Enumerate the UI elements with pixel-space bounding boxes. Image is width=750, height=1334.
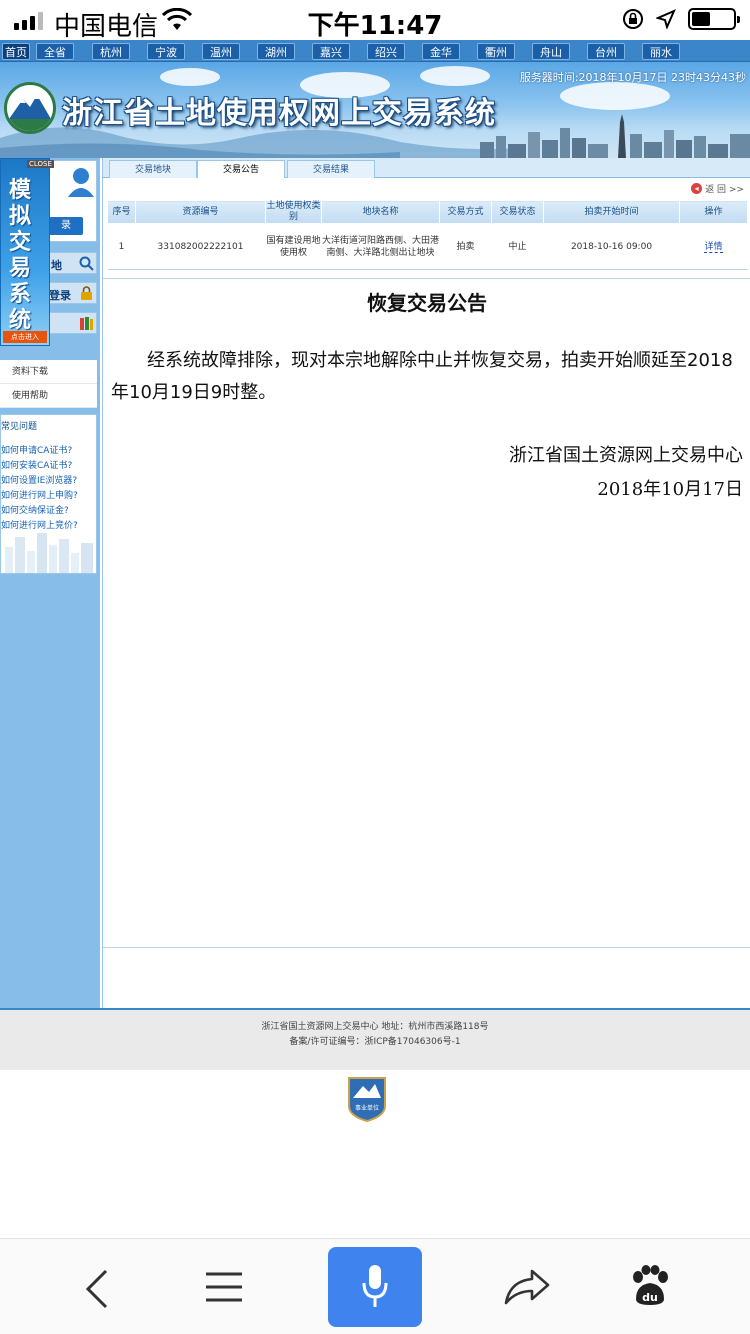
table-row: 1 331082002222101 国有建设用地使用权 大洋街道河阳路西侧、大田… xyxy=(107,223,748,270)
city-tab[interactable]: 台州 xyxy=(587,43,625,60)
land-category: 国有建设用地使用权 xyxy=(265,223,322,270)
faq-item[interactable]: 如何进行网上申购? xyxy=(1,488,78,501)
city-nav: 首页 全省 杭州 宁波 温州 湖州 嘉兴 绍兴 金华 衢州 舟山 台州 丽水 xyxy=(0,40,750,62)
ad-enter-button[interactable]: 点击进入 xyxy=(3,331,47,343)
status-bar: 中国电信 下午11:47 xyxy=(0,0,750,42)
browser-toolbar: du xyxy=(0,1238,750,1334)
tab-trade-notices[interactable]: 交易公告 xyxy=(197,160,285,178)
city-skyline-graphic xyxy=(480,114,750,158)
table-header-row: 序号 资源编号 土地使用权类别 地块名称 交易方式 交易状态 拍卖开始时间 操作 xyxy=(107,200,748,224)
city-tab[interactable]: 丽水 xyxy=(642,43,680,60)
register-label: 登录 xyxy=(49,289,71,302)
search-icon xyxy=(79,256,94,271)
books-icon xyxy=(80,317,93,330)
faq-skyline-graphic xyxy=(5,533,93,573)
city-tab[interactable]: 绍兴 xyxy=(367,43,405,60)
simulation-ad[interactable]: CLOSE 模拟交易系统 点击进入 xyxy=(0,158,54,346)
menu-icon[interactable] xyxy=(206,1271,242,1303)
plot-table: 序号 资源编号 土地使用权类别 地块名称 交易方式 交易状态 拍卖开始时间 操作… xyxy=(107,200,748,270)
back-label: 返 回 >> xyxy=(705,185,744,195)
notice-date: 2018年10月17日 xyxy=(597,479,743,500)
notice-panel: 恢复交易公告 经系统故障排除，现对本宗地解除中止并恢复交易，拍卖开始顺延至201… xyxy=(103,278,750,948)
ad-title: 模拟交易系统 xyxy=(9,177,32,333)
column-header: 土地使用权类别 xyxy=(265,200,322,224)
city-tab-home[interactable]: 首页 xyxy=(2,43,30,60)
tab-trade-results[interactable]: 交易结果 xyxy=(287,160,375,178)
baidu-icon[interactable]: du xyxy=(630,1265,670,1307)
location-icon xyxy=(656,9,676,29)
column-header: 拍卖开始时间 xyxy=(543,200,680,224)
faq-item[interactable]: 如何设置IE浏览器? xyxy=(1,473,77,486)
trade-status: 中止 xyxy=(491,223,544,270)
footer-icp: 备案/许可证编号：浙ICP备17046306号-1 xyxy=(289,1037,461,1047)
server-time: 服务器时间:2018年10月17日 23时43分43秒 xyxy=(519,71,746,84)
column-header: 资源编号 xyxy=(135,200,266,224)
tab-bar: 交易地块 交易公告 交易结果 xyxy=(103,158,750,178)
back-icon[interactable] xyxy=(84,1269,110,1309)
column-header: 交易方式 xyxy=(439,200,492,224)
rotation-lock-icon xyxy=(623,9,643,29)
close-ad-button[interactable]: CLOSE xyxy=(27,160,54,168)
city-tab[interactable]: 杭州 xyxy=(92,43,130,60)
faq-title: 常见问题 xyxy=(1,422,38,432)
public-institution-badge[interactable]: 事业单位 xyxy=(347,1076,387,1122)
city-tab[interactable]: 嘉兴 xyxy=(312,43,350,60)
lock-icon xyxy=(81,286,92,300)
trade-method: 拍卖 xyxy=(439,223,492,270)
back-arrow-icon: ◂ xyxy=(691,183,703,194)
row-index: 1 xyxy=(107,223,136,270)
faq-box: 常见问题 如何申请CA证书? 如何安装CA证书? 如何设置IE浏览器? 如何进行… xyxy=(0,414,97,574)
voice-search-button[interactable] xyxy=(328,1247,422,1327)
faq-item[interactable]: 如何安装CA证书? xyxy=(1,458,72,471)
resource-code: 331082002222101 xyxy=(135,223,266,270)
login-button[interactable]: 录 xyxy=(49,217,83,235)
city-tab[interactable]: 金华 xyxy=(422,43,460,60)
site-logo xyxy=(4,82,56,134)
microphone-icon xyxy=(362,1265,388,1307)
notice-signature: 浙江省国土资源网上交易中心 xyxy=(509,445,743,466)
help-link[interactable]: 使用帮助 xyxy=(0,384,97,408)
city-tab[interactable]: 全省 xyxy=(36,43,74,60)
back-button[interactable]: ◂ 返 回 >> xyxy=(691,182,744,195)
city-tab[interactable]: 温州 xyxy=(202,43,240,60)
land-search-label: 地 xyxy=(51,259,62,272)
city-tab[interactable]: 宁波 xyxy=(147,43,185,60)
footer-address: 浙江省国土资源网上交易中心 地址：杭州市西溪路118号 xyxy=(261,1022,489,1032)
city-tab[interactable]: 湖州 xyxy=(257,43,295,60)
column-header: 序号 xyxy=(107,200,136,224)
column-header: 操作 xyxy=(679,200,748,224)
detail-link[interactable]: 详情 xyxy=(704,241,723,253)
battery-icon xyxy=(688,8,740,30)
city-tab[interactable]: 舟山 xyxy=(532,43,570,60)
column-header: 交易状态 xyxy=(491,200,544,224)
faq-item[interactable]: 如何交纳保证金? xyxy=(1,503,69,516)
detail-cell: 详情 xyxy=(679,223,748,270)
notice-title: 恢复交易公告 xyxy=(367,291,487,315)
svg-text:du: du xyxy=(642,1291,658,1304)
download-link[interactable]: 资料下载 xyxy=(0,360,97,384)
city-tab[interactable]: 衢州 xyxy=(477,43,515,60)
faq-item[interactable]: 如何申请CA证书? xyxy=(1,443,72,456)
site-title: 浙江省土地使用权网上交易系统 xyxy=(62,96,496,131)
column-header: 地块名称 xyxy=(321,200,440,224)
share-icon[interactable] xyxy=(504,1269,550,1305)
tab-trade-plots[interactable]: 交易地块 xyxy=(109,160,197,178)
notice-body: 经系统故障排除，现对本宗地解除中止并恢复交易，拍卖开始顺延至2018年10月19… xyxy=(111,350,733,403)
auction-start-time: 2018-10-16 09:00 xyxy=(543,223,680,270)
plot-name: 大洋街道河阳路西侧、大田港南侧、大洋路北侧出让地块 xyxy=(321,223,440,270)
main-panel: 交易地块 交易公告 交易结果 ◂ 返 回 >> 序号 资源编号 土地使用权类别 … xyxy=(102,158,750,1008)
header-banner: 浙江省土地使用权网上交易系统 服务器时间:2018年10月17日 23时43分4… xyxy=(0,62,750,158)
user-avatar-icon xyxy=(68,168,94,197)
badge-label: 事业单位 xyxy=(355,1104,379,1112)
site-footer: 浙江省国土资源网上交易中心 地址：杭州市西溪路118号 备案/许可证编号：浙IC… xyxy=(0,1008,750,1070)
